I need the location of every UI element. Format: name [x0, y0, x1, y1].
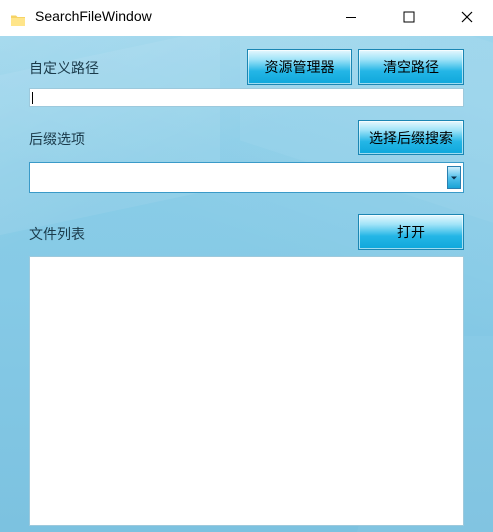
- open-button[interactable]: 打开: [358, 214, 464, 250]
- clear-path-button[interactable]: 清空路径: [358, 49, 464, 85]
- window-title: SearchFileWindow: [35, 8, 152, 24]
- custom-path-label: 自定义路径: [29, 61, 99, 77]
- file-list[interactable]: [29, 256, 464, 526]
- dropdown-button[interactable]: [447, 166, 461, 189]
- suffix-options-label: 后缀选项: [29, 132, 85, 148]
- close-button[interactable]: [444, 0, 490, 34]
- title-bar[interactable]: SearchFileWindow: [0, 0, 493, 36]
- search-file-window: SearchFileWindow 自定义路径 资源管理器 清空路径 后缀选项 选…: [0, 0, 493, 532]
- maximize-button[interactable]: [386, 0, 432, 34]
- client-area: 自定义路径 资源管理器 清空路径 后缀选项 选择后缀搜索 文件列表 打开: [0, 36, 493, 532]
- close-icon: [461, 11, 473, 23]
- text-caret: [32, 92, 33, 104]
- minimize-button[interactable]: [328, 0, 374, 34]
- file-list-label: 文件列表: [29, 227, 85, 243]
- path-input[interactable]: [29, 88, 464, 107]
- folder-icon: [11, 11, 25, 26]
- suffix-search-button[interactable]: 选择后缀搜索: [358, 120, 464, 155]
- chevron-down-icon: [451, 176, 457, 179]
- minimize-icon: [346, 17, 356, 18]
- maximize-icon: [403, 11, 415, 23]
- suffix-combobox[interactable]: [29, 162, 464, 193]
- explorer-button[interactable]: 资源管理器: [247, 49, 352, 85]
